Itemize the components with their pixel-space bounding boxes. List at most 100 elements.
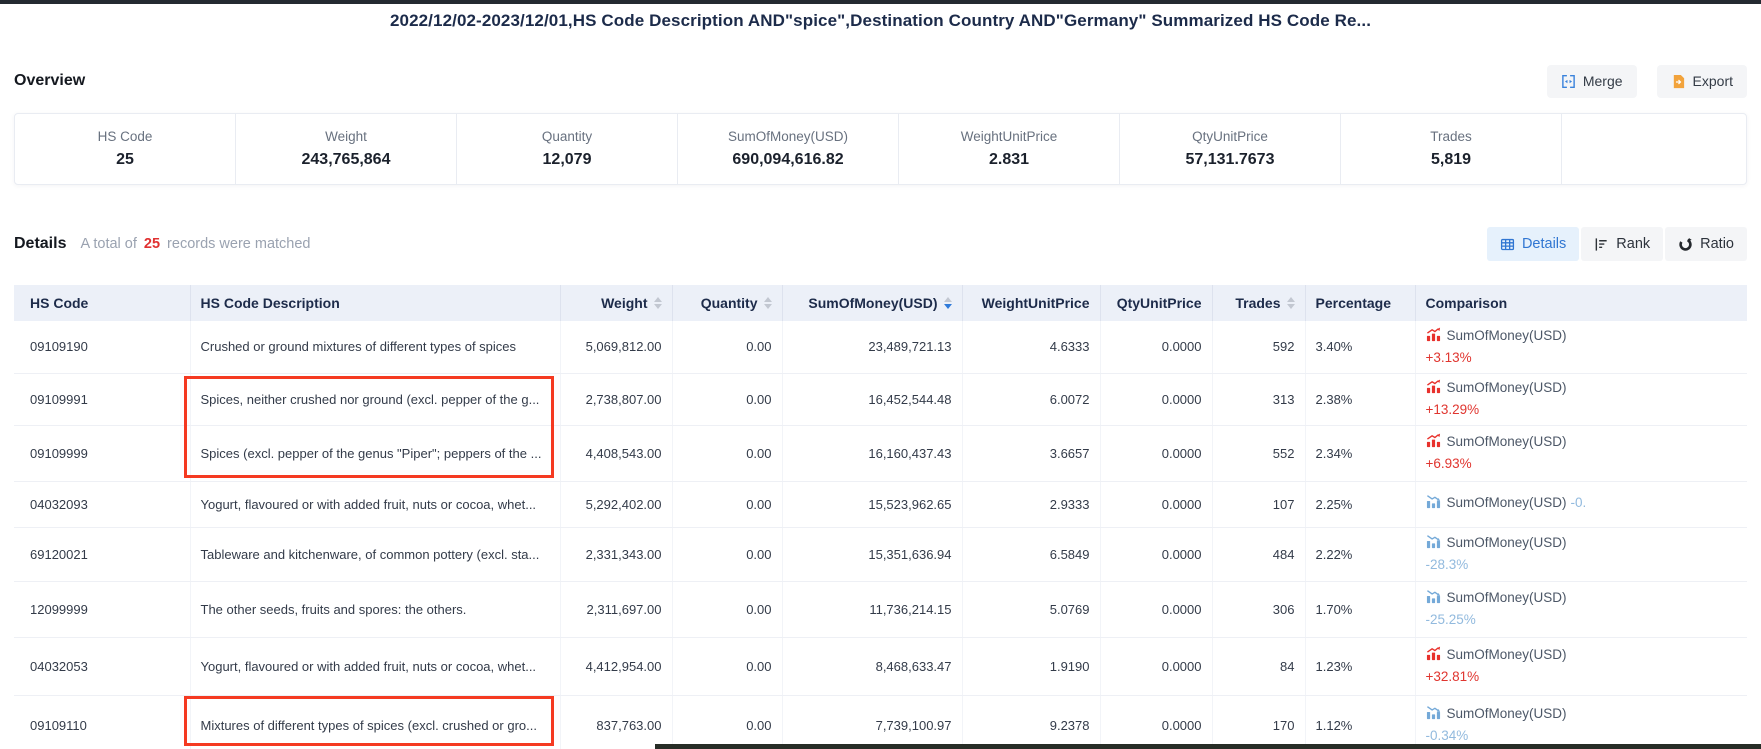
column-label: WeightUnitPrice (982, 295, 1090, 311)
merge-button[interactable]: Merge (1547, 65, 1637, 98)
tab-label: Ratio (1700, 236, 1734, 252)
cell-qty-unit-price: 0.0000 (1100, 425, 1212, 481)
overview-stat-qtyunitprice: QtyUnitPrice 57,131.7673 (1120, 114, 1341, 184)
overview-card: HS Code 25 Weight 243,765,864 Quantity 1… (14, 113, 1747, 185)
page-title: 2022/12/02-2023/12/01,HS Code Descriptio… (390, 11, 1371, 31)
details-header: Details A total of 25 records were match… (14, 226, 1747, 262)
cell-percentage: 3.40% (1305, 321, 1415, 373)
column-header-hs-code: HS Code (14, 285, 190, 321)
table-row: 12099999 The other seeds, fruits and spo… (14, 581, 1747, 637)
cell-quantity: 0.00 (672, 373, 782, 425)
cell-trades: 170 (1212, 695, 1305, 749)
stat-value: 5,819 (1431, 151, 1471, 169)
tab-rank[interactable]: Rank (1581, 227, 1663, 261)
cell-sum-of-money: 8,468,633.47 (782, 637, 962, 695)
cell-weight-unit-price: 6.0072 (962, 373, 1100, 425)
table-header-row: HS Code HS Code Description Weight Quant… (14, 285, 1747, 321)
cell-hs-code: 09109999 (14, 425, 190, 481)
comparison-change-value: +3.13% (1426, 348, 1738, 368)
tab-label: Details (1522, 236, 1566, 252)
column-header-weight[interactable]: Weight (560, 285, 672, 321)
cell-comparison: SumOfMoney(USD)+32.81% (1415, 637, 1747, 695)
overview-stat-trades: Trades 5,819 (1341, 114, 1562, 184)
column-header-quantity[interactable]: Quantity (672, 285, 782, 321)
cell-weight: 5,292,402.00 (560, 481, 672, 527)
stat-label: QtyUnitPrice (1192, 129, 1268, 144)
column-label: HS Code (30, 295, 88, 311)
cell-qty-unit-price: 0.0000 (1100, 373, 1212, 425)
cell-description: Yogurt, flavoured or with added fruit, n… (190, 481, 560, 527)
cell-description: Spices, neither crushed nor ground (excl… (190, 373, 560, 425)
export-button[interactable]: Export (1657, 65, 1747, 98)
sort-caret (764, 297, 772, 309)
column-header-percentage: Percentage (1305, 285, 1415, 321)
tab-ratio[interactable]: Ratio (1665, 227, 1747, 261)
column-label: Comparison (1426, 295, 1508, 311)
trend-up-icon (1426, 327, 1441, 348)
overview-stat-hs-code: HS Code 25 (15, 114, 236, 184)
comparison-metric-label: SumOfMoney(USD) (1447, 434, 1567, 449)
tab-details[interactable]: Details (1487, 227, 1579, 261)
cell-percentage: 1.70% (1305, 581, 1415, 637)
cell-description: Tableware and kitchenware, of common pot… (190, 527, 560, 581)
cell-qty-unit-price: 0.0000 (1100, 527, 1212, 581)
cell-percentage: 1.12% (1305, 695, 1415, 749)
overview-heading: Overview (14, 72, 85, 90)
cell-sum-of-money: 16,452,544.48 (782, 373, 962, 425)
comparison-change-value: +6.93% (1426, 454, 1738, 474)
cell-trades: 313 (1212, 373, 1305, 425)
overview-stat-weight: Weight 243,765,864 (236, 114, 457, 184)
overview-stat-sumofmoney-usd: SumOfMoney(USD) 690,094,616.82 (678, 114, 899, 184)
cell-weight-unit-price: 2.9333 (962, 481, 1100, 527)
cell-weight: 2,331,343.00 (560, 527, 672, 581)
overview-stat-quantity: Quantity 12,079 (457, 114, 678, 184)
stat-value: 690,094,616.82 (732, 151, 843, 169)
table-row: 69120021 Tableware and kitchenware, of c… (14, 527, 1747, 581)
column-label: QtyUnitPrice (1117, 295, 1202, 311)
stat-label: Trades (1430, 129, 1472, 144)
cell-sum-of-money: 11,736,214.15 (782, 581, 962, 637)
trend-down-icon (1426, 494, 1441, 515)
cell-trades: 84 (1212, 637, 1305, 695)
cell-comparison: SumOfMoney(USD)-0.34% (1415, 695, 1747, 749)
column-header-hs-code-description: HS Code Description (190, 285, 560, 321)
comparison-change-value: +32.81% (1426, 667, 1738, 687)
comparison-change-value: -0. (1571, 495, 1587, 510)
comparison-metric-label: SumOfMoney(USD) (1447, 590, 1567, 605)
comparison-indicator: SumOfMoney(USD)+32.81% (1426, 645, 1738, 687)
comparison-change-value: -0.34% (1426, 726, 1738, 746)
cell-qty-unit-price: 0.0000 (1100, 695, 1212, 749)
trend-down-icon (1426, 589, 1441, 610)
cell-weight-unit-price: 9.2378 (962, 695, 1100, 749)
stat-label: Weight (325, 129, 367, 144)
stat-value: 12,079 (543, 151, 592, 169)
total-suffix: records were matched (167, 236, 310, 252)
comparison-metric-label: SumOfMoney(USD) (1447, 535, 1567, 550)
trend-up-icon (1426, 646, 1441, 667)
details-table: HS Code HS Code Description Weight Quant… (14, 285, 1747, 749)
cell-weight-unit-price: 5.0769 (962, 581, 1100, 637)
comparison-indicator: SumOfMoney(USD)-0.34% (1426, 704, 1738, 746)
cell-weight: 4,408,543.00 (560, 425, 672, 481)
cell-hs-code: 69120021 (14, 527, 190, 581)
table-row: 09109991 Spices, neither crushed nor gro… (14, 373, 1747, 425)
cell-comparison: SumOfMoney(USD) +6.93% (1415, 425, 1747, 481)
comparison-indicator: SumOfMoney(USD)+13.29% (1426, 378, 1738, 420)
column-header-trades[interactable]: Trades (1212, 285, 1305, 321)
cell-trades: 107 (1212, 481, 1305, 527)
cell-hs-code: 09109110 (14, 695, 190, 749)
cell-weight: 2,311,697.00 (560, 581, 672, 637)
cell-trades: 484 (1212, 527, 1305, 581)
column-label: Quantity (701, 295, 758, 311)
cell-hs-code: 12099999 (14, 581, 190, 637)
cell-comparison: SumOfMoney(USD)-0. (1415, 481, 1747, 527)
cell-quantity: 0.00 (672, 425, 782, 481)
merge-label: Merge (1583, 73, 1623, 89)
column-label: HS Code Description (201, 295, 340, 311)
stat-value: 25 (116, 151, 134, 169)
cell-weight-unit-price: 3.6657 (962, 425, 1100, 481)
cell-qty-unit-price: 0.0000 (1100, 481, 1212, 527)
cell-sum-of-money: 15,523,962.65 (782, 481, 962, 527)
column-header-sumofmoney-usd[interactable]: SumOfMoney(USD) (782, 285, 962, 321)
cell-percentage: 1.23% (1305, 637, 1415, 695)
